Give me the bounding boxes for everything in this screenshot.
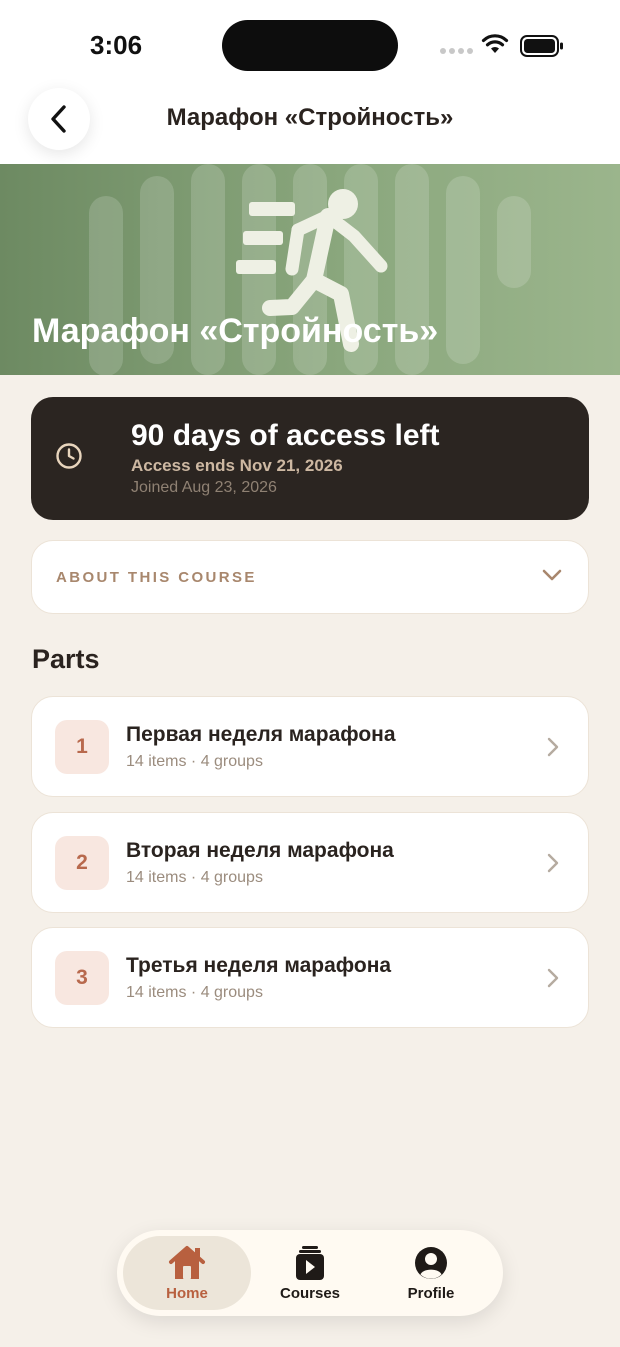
part-number-badge: 3: [55, 951, 109, 1005]
part-title: Первая неделя марафона: [126, 723, 396, 746]
part-title: Вторая неделя марафона: [126, 839, 394, 862]
chevron-right-icon: [547, 853, 559, 873]
access-status-card: 90 days of access left Access ends Nov 2…: [31, 397, 589, 520]
tab-profile[interactable]: Profile: [367, 1236, 495, 1310]
part-meta: 14 items · 4 groups: [126, 984, 263, 1001]
tab-bar: Home Courses Profile: [117, 1230, 503, 1316]
access-end-date: Access ends Nov 21, 2026: [131, 456, 343, 475]
tab-courses-label: Courses: [279, 1285, 341, 1302]
clock-icon: [56, 443, 82, 469]
status-bar: 3:06: [0, 0, 620, 84]
tab-home[interactable]: Home: [123, 1236, 251, 1310]
battery-icon: [520, 35, 563, 57]
tab-profile-label: Profile: [407, 1285, 455, 1302]
tab-courses[interactable]: Courses: [246, 1236, 374, 1310]
about-course-toggle[interactable]: ABOUT THIS COURSE: [31, 540, 589, 614]
status-time: 3:06: [90, 30, 143, 60]
part-item[interactable]: 3 Третья неделя марафона 14 items · 4 gr…: [31, 927, 589, 1028]
part-number-badge: 2: [55, 836, 109, 890]
joined-date: Joined Aug 23, 2026: [131, 479, 277, 496]
part-item[interactable]: 1 Первая неделя марафона 14 items · 4 gr…: [31, 696, 589, 797]
access-days-left: 90 days of access left: [131, 419, 440, 452]
chevron-right-icon: [547, 737, 559, 757]
home-icon: [169, 1246, 205, 1279]
dynamic-island: [222, 20, 398, 71]
profile-icon: [415, 1247, 447, 1279]
course-title: Марафон «Стройность»: [32, 312, 439, 350]
tab-home-label: Home: [166, 1285, 208, 1302]
courses-icon: [296, 1246, 324, 1280]
part-meta: 14 items · 4 groups: [126, 753, 263, 770]
part-number-badge: 1: [55, 720, 109, 774]
course-hero-banner: Марафон «Стройность»: [0, 164, 620, 375]
navigation-bar: Марафон «Стройность»: [0, 84, 620, 164]
wifi-icon: [481, 34, 509, 53]
part-meta: 14 items · 4 groups: [126, 869, 263, 886]
part-title: Третья неделя марафона: [126, 954, 392, 977]
nav-title: Марафон «Стройность»: [166, 104, 454, 131]
about-course-label: ABOUT THIS COURSE: [56, 569, 257, 586]
parts-heading: Parts: [32, 644, 100, 674]
cellular-signal-icon: [440, 48, 473, 54]
chevron-down-icon: [542, 569, 562, 581]
chevron-right-icon: [547, 968, 559, 988]
part-item[interactable]: 2 Вторая неделя марафона 14 items · 4 gr…: [31, 812, 589, 913]
